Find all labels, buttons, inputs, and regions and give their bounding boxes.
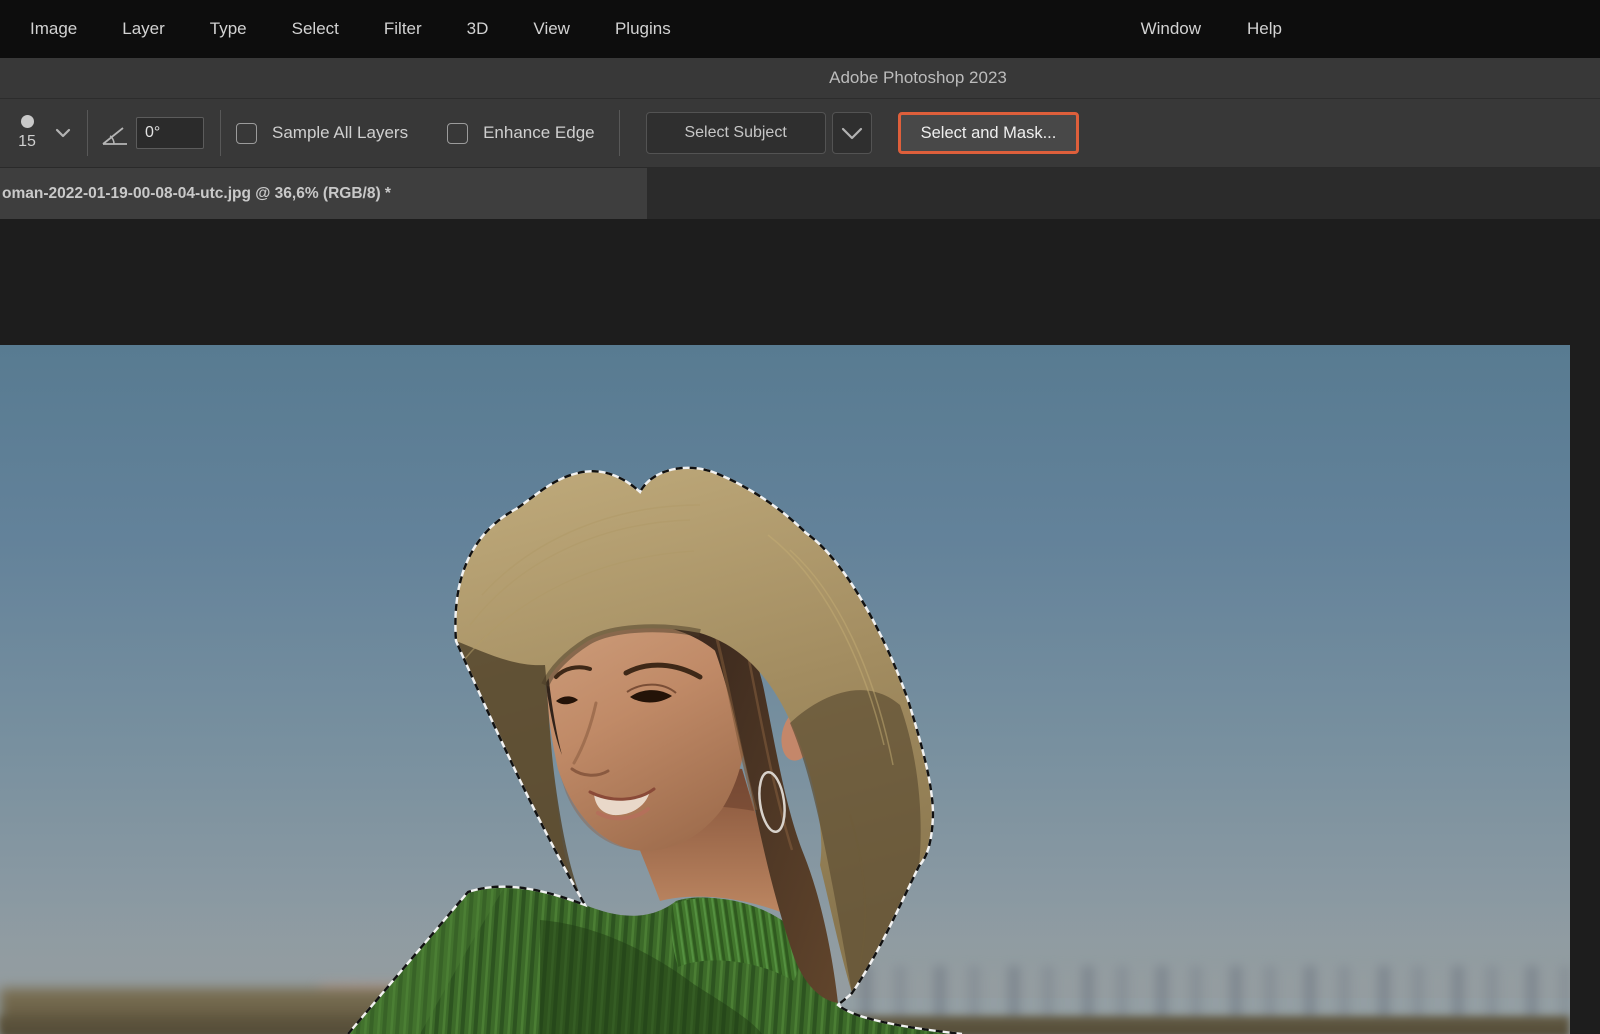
select-and-mask-button[interactable]: Select and Mask... [898,112,1080,154]
chevron-down-icon [55,128,71,138]
menu-items-left: Image Layer Type Select Filter 3D View P… [0,19,671,39]
chevron-down-icon [841,127,863,140]
menu-item-3d[interactable]: 3D [467,19,489,39]
document-tab-bar: oman-2022-01-19-00-08-04-utc.jpg @ 36,6%… [0,168,1600,219]
brush-size-value: 15 [18,133,36,151]
menu-item-layer[interactable]: Layer [122,19,165,39]
window-title: Adobe Photoshop 2023 [829,68,1007,88]
menu-item-filter[interactable]: Filter [384,19,422,39]
menu-item-image[interactable]: Image [30,19,77,39]
brush-preview: 15 [12,115,42,151]
menu-item-plugins[interactable]: Plugins [615,19,671,39]
angle-input[interactable] [136,117,204,149]
angle-icon [100,124,130,148]
woman-figure [0,345,1570,1034]
menu-item-window[interactable]: Window [1141,19,1201,39]
select-subject-button[interactable]: Select Subject [646,112,826,154]
enhance-edge-option: Enhance Edge [447,123,595,144]
tool-options-bar: 15 Sample All Layers Enhance Edge Select… [0,99,1600,168]
divider [619,110,620,156]
brush-tip-dot-icon [21,115,34,128]
sample-all-layers-checkbox[interactable] [236,123,257,144]
select-subject-label: Select Subject [684,124,786,142]
divider [87,110,88,156]
enhance-edge-checkbox[interactable] [447,123,468,144]
menu-item-type[interactable]: Type [210,19,247,39]
document-tab-title: oman-2022-01-19-00-08-04-utc.jpg @ 36,6%… [2,185,391,203]
enhance-edge-label: Enhance Edge [483,123,595,143]
menu-bar: Image Layer Type Select Filter 3D View P… [0,0,1600,58]
menu-item-select[interactable]: Select [292,19,339,39]
select-subject-dropdown-button[interactable] [832,112,872,154]
sample-all-layers-label: Sample All Layers [272,123,408,143]
menu-item-help[interactable]: Help [1247,19,1282,39]
select-and-mask-label: Select and Mask... [921,124,1057,143]
canvas-area [0,219,1600,1034]
window-title-bar: Adobe Photoshop 2023 [0,58,1600,99]
menu-item-view[interactable]: View [533,19,570,39]
menu-items-right: Window Help [1141,19,1282,39]
brush-preset-picker[interactable]: 15 [12,115,71,151]
divider [220,110,221,156]
photo-canvas[interactable] [0,345,1570,1034]
sample-all-layers-option: Sample All Layers [236,123,408,144]
document-tab[interactable]: oman-2022-01-19-00-08-04-utc.jpg @ 36,6%… [0,168,647,219]
photoshop-app: Image Layer Type Select Filter 3D View P… [0,0,1600,1034]
